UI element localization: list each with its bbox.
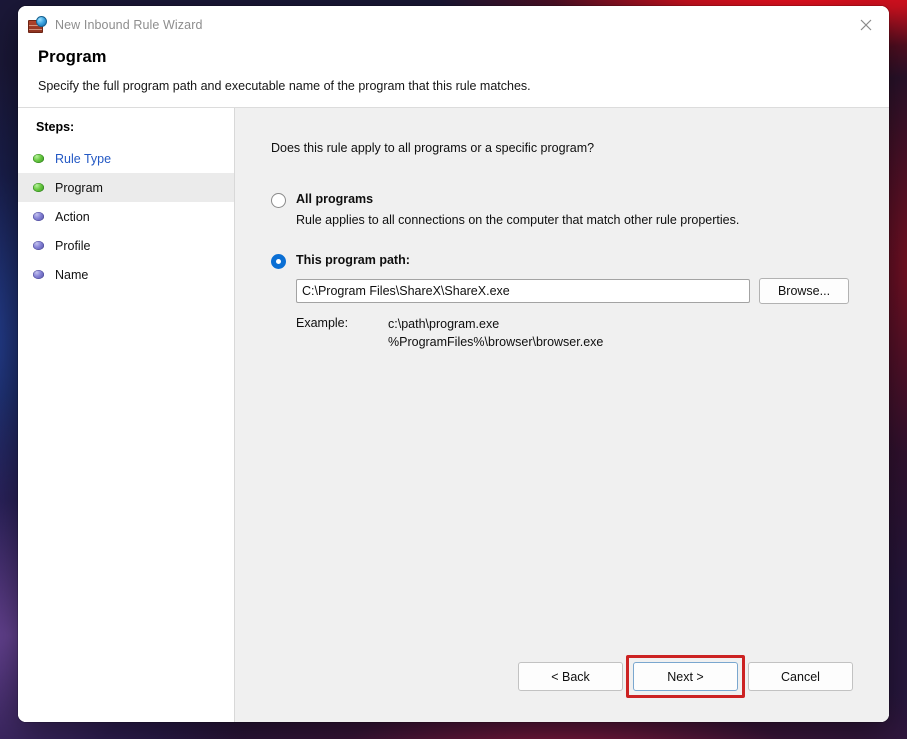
steps-heading: Steps: [36, 120, 75, 134]
step-bullet-icon [33, 183, 44, 192]
step-bullet-icon [33, 212, 44, 221]
browse-button[interactable]: Browse... [759, 278, 849, 304]
example-line-1: c:\path\program.exe [388, 317, 500, 331]
sidebar-item-action[interactable]: Action [18, 202, 234, 231]
step-bullet-icon [33, 154, 44, 163]
program-path-input[interactable] [296, 279, 750, 303]
option-all-programs: All programs Rule applies to all connect… [271, 192, 889, 227]
wizard-footer: < Back Next > Cancel [235, 655, 889, 722]
example-values: c:\path\program.exe %ProgramFiles%\brows… [388, 316, 603, 352]
wizard-body: Steps: Rule Type Program Action Profile [18, 108, 889, 722]
back-button[interactable]: < Back [518, 662, 623, 691]
sidebar-item-label: Action [55, 209, 90, 224]
window-title: New Inbound Rule Wizard [55, 18, 203, 32]
content-pane: Does this rule apply to all programs or … [235, 108, 889, 722]
sidebar-item-program[interactable]: Program [18, 173, 234, 202]
option-all-programs-description: Rule applies to all connections on the c… [296, 213, 740, 227]
example-line-2: %ProgramFiles%\browser\browser.exe [388, 334, 604, 349]
sidebar-item-name[interactable]: Name [18, 260, 234, 289]
step-bullet-icon [33, 270, 44, 279]
desktop-background: New Inbound Rule Wizard Program Specify … [0, 0, 907, 739]
example-label: Example: [296, 316, 349, 330]
option-this-program-path-label[interactable]: This program path: [296, 253, 410, 267]
sidebar-item-label: Name [55, 267, 89, 282]
cancel-button[interactable]: Cancel [748, 662, 853, 691]
option-this-program-path: This program path: Browse... Example: c:… [271, 253, 889, 352]
page-title: Program [38, 48, 107, 66]
question-text: Does this rule apply to all programs or … [271, 141, 595, 155]
new-inbound-rule-wizard-window: New Inbound Rule Wizard Program Specify … [18, 6, 889, 722]
sidebar-item-profile[interactable]: Profile [18, 231, 234, 260]
content-inner: Does this rule apply to all programs or … [235, 108, 889, 655]
title-bar: New Inbound Rule Wizard [18, 6, 889, 44]
page-header: Program Specify the full program path an… [18, 44, 889, 108]
option-all-programs-label[interactable]: All programs [296, 192, 373, 206]
sidebar-item-label: Rule Type [55, 151, 112, 166]
firewall-globe-icon [28, 16, 47, 34]
radio-all-programs[interactable] [271, 193, 286, 208]
page-subtitle: Specify the full program path and execut… [38, 79, 531, 93]
sidebar-item-rule-type[interactable]: Rule Type [18, 144, 234, 173]
next-button-highlight: Next > [626, 655, 745, 698]
sidebar-item-label: Program [55, 180, 103, 195]
step-bullet-icon [33, 241, 44, 250]
next-button[interactable]: Next > [633, 662, 738, 691]
sidebar-item-label: Profile [55, 238, 91, 253]
radio-this-program-path[interactable] [271, 254, 286, 269]
close-icon[interactable] [843, 6, 889, 44]
program-path-row: Browse... [296, 278, 889, 304]
steps-sidebar: Steps: Rule Type Program Action Profile [18, 108, 235, 722]
example-block: Example: c:\path\program.exe %ProgramFil… [296, 316, 889, 352]
